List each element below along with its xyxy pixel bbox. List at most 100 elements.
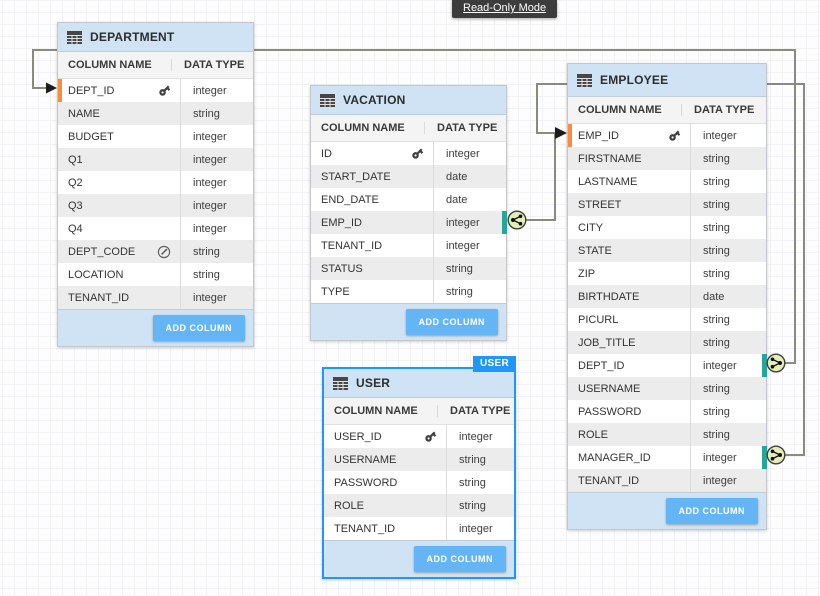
column-name: NAME [68, 108, 100, 120]
column-name-header: COLUMN NAME [568, 104, 681, 116]
arrowhead-department-deptid [46, 83, 57, 94]
selected-table-badge: USER [473, 356, 516, 372]
table-row[interactable]: STREETstring [568, 193, 766, 216]
table-employee[interactable]: EMPLOYEE COLUMN NAME DATA TYPE EMP_IDint… [567, 63, 767, 530]
column-name: LOCATION [68, 269, 123, 281]
table-row[interactable]: IDinteger [311, 142, 506, 165]
table-footer: ADD COLUMN [568, 492, 766, 529]
column-name: Q1 [68, 154, 83, 166]
table-row[interactable]: TENANT_IDinteger [311, 234, 506, 257]
relation-many-icon-employee-managerid[interactable] [766, 445, 786, 465]
column-type: string [690, 239, 766, 262]
table-grid-icon [577, 74, 592, 87]
column-name: EMP_ID [578, 130, 619, 142]
column-name: DEPT_ID [68, 85, 114, 97]
table-row[interactable]: BIRTHDATEdate [568, 285, 766, 308]
table-header[interactable]: USER [324, 369, 514, 398]
column-type: integer [446, 517, 514, 540]
table-row[interactable]: ROLEstring [324, 494, 514, 517]
table-row[interactable]: Q2 integer [58, 171, 253, 194]
table-department[interactable]: DEPARTMENT COLUMN NAME DATA TYPE DEPT_ID… [57, 22, 254, 347]
table-footer: ADD COLUMN [324, 540, 514, 577]
column-type: date [433, 188, 506, 211]
add-column-button[interactable]: ADD COLUMN [406, 309, 499, 335]
table-row[interactable]: STATUSstring [311, 257, 506, 280]
add-column-button[interactable]: ADD COLUMN [414, 546, 507, 572]
column-name: STATUS [321, 263, 363, 275]
table-row[interactable]: NAMEstring [58, 102, 253, 125]
key-icon [158, 84, 171, 97]
relation-many-icon-vacation-empid[interactable] [507, 210, 527, 230]
column-type: string [690, 308, 766, 331]
table-row[interactable]: DEPT_IDinteger [568, 354, 766, 377]
table-row[interactable]: START_DATE date [311, 165, 506, 188]
column-header-row: COLUMN NAME DATA TYPE [324, 398, 514, 425]
column-name: BIRTHDATE [578, 291, 639, 303]
column-name: USERNAME [334, 454, 396, 466]
table-row[interactable]: DEPT_IDinteger [58, 79, 253, 102]
column-type: string [180, 240, 253, 263]
table-row[interactable]: EMP_IDinteger [568, 124, 766, 147]
table-row[interactable]: LOCATIONstring [58, 263, 253, 286]
column-type: string [446, 494, 514, 517]
table-row[interactable]: END_DATE date [311, 188, 506, 211]
table-row[interactable]: EMP_IDinteger [311, 211, 506, 234]
table-row[interactable]: TENANT_IDinteger [58, 286, 253, 309]
table-body: EMP_IDintegerFIRSTNAMEstringLASTNAMEstri… [568, 124, 766, 492]
table-row[interactable]: BUDGETinteger [58, 125, 253, 148]
add-column-button[interactable]: ADD COLUMN [666, 498, 759, 524]
table-row[interactable]: DEPT_CODE string [58, 240, 253, 263]
table-user[interactable]: USER USER COLUMN NAME DATA TYPE USER_IDi… [322, 367, 516, 579]
table-row[interactable]: PASSWORDstring [568, 400, 766, 423]
table-row[interactable]: ROLEstring [568, 423, 766, 446]
column-name: LASTNAME [578, 176, 637, 188]
column-type: integer [433, 211, 506, 234]
table-row[interactable]: CITYstring [568, 216, 766, 239]
table-row[interactable]: Q1 integer [58, 148, 253, 171]
table-row[interactable]: PASSWORDstring [324, 471, 514, 494]
column-name: USER_ID [334, 431, 382, 443]
column-name: END_DATE [321, 194, 379, 206]
table-row[interactable]: STATEstring [568, 239, 766, 262]
column-name: STREET [578, 199, 621, 211]
column-type: integer [433, 142, 506, 165]
column-type: integer [180, 171, 253, 194]
table-row[interactable]: LASTNAMEstring [568, 170, 766, 193]
table-row[interactable]: USERNAMEstring [324, 448, 514, 471]
wire-vacation-empid-to-employee [517, 133, 555, 220]
table-row[interactable]: TENANT_IDinteger [568, 469, 766, 492]
table-row[interactable]: FIRSTNAMEstring [568, 147, 766, 170]
table-row[interactable]: Q4integer [58, 217, 253, 240]
table-vacation[interactable]: VACATION COLUMN NAME DATA TYPE IDinteger… [310, 85, 507, 341]
table-header[interactable]: EMPLOYEE [568, 64, 766, 97]
table-title: EMPLOYEE [600, 73, 668, 87]
table-row[interactable]: PICURLstring [568, 308, 766, 331]
column-type: string [690, 423, 766, 446]
table-row[interactable]: TENANT_ID integer [324, 517, 514, 540]
column-name: CITY [578, 222, 603, 234]
table-row[interactable]: MANAGER_IDinteger [568, 446, 766, 469]
column-name: TENANT_ID [334, 523, 395, 535]
table-footer: ADD COLUMN [311, 303, 506, 340]
add-column-button[interactable]: ADD COLUMN [153, 315, 246, 341]
column-name-header: COLUMN NAME [58, 59, 171, 71]
column-name: ZIP [578, 268, 595, 280]
column-name: Q2 [68, 177, 83, 189]
pk-relation-marker [58, 79, 62, 102]
column-type: integer [180, 148, 253, 171]
table-row[interactable]: USERNAMEstring [568, 377, 766, 400]
column-name: TENANT_ID [578, 475, 639, 487]
table-header[interactable]: VACATION [311, 86, 506, 115]
table-row[interactable]: ZIPstring [568, 262, 766, 285]
table-row[interactable]: Q3integer [58, 194, 253, 217]
table-row[interactable]: JOB_TITLEstring [568, 331, 766, 354]
table-header[interactable]: DEPARTMENT [58, 23, 253, 52]
column-type: date [433, 165, 506, 188]
column-name: DEPT_CODE [68, 246, 135, 258]
table-row[interactable]: USER_IDinteger [324, 425, 514, 448]
column-type: integer [433, 234, 506, 257]
column-type: integer [180, 286, 253, 309]
relation-many-icon-employee-deptid[interactable] [766, 353, 786, 373]
column-name: START_DATE [321, 171, 391, 183]
table-row[interactable]: TYPEstring [311, 280, 506, 303]
